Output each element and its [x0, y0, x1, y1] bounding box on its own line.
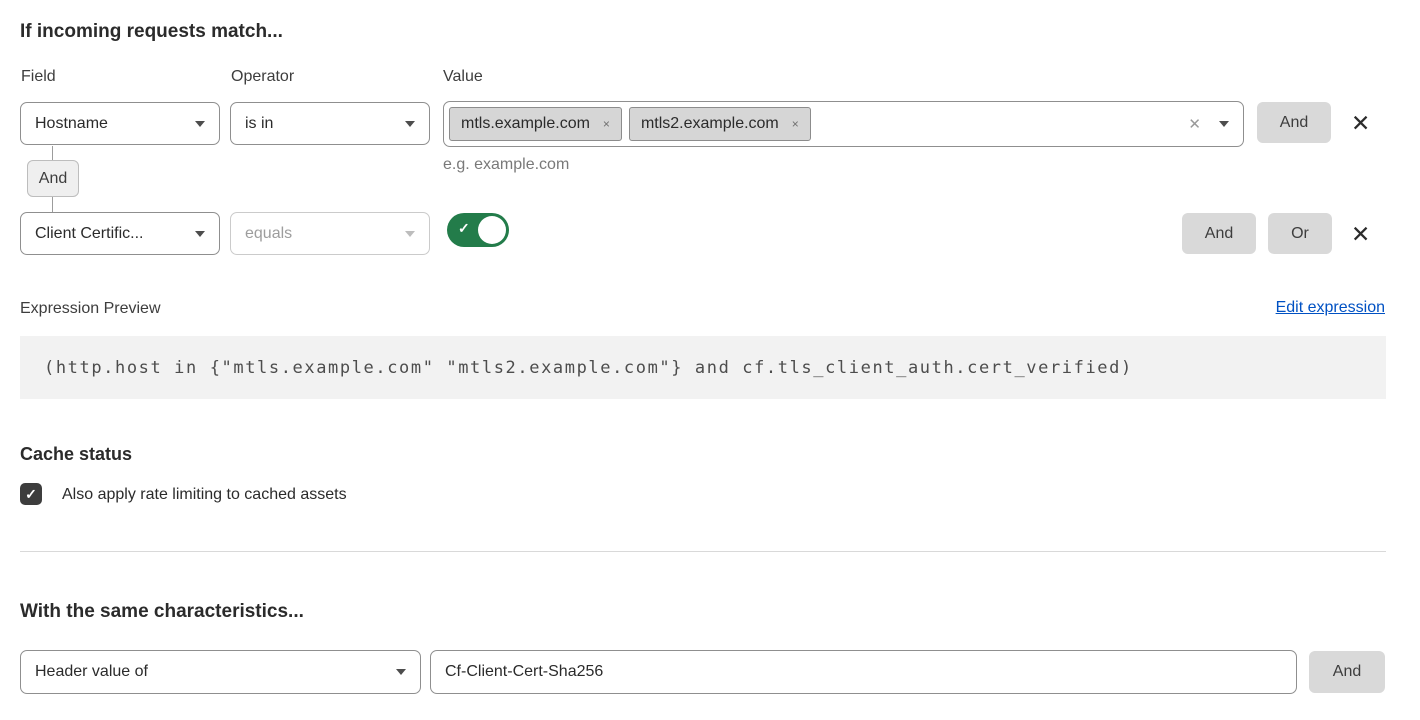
value-multiselect[interactable]: mtls.example.com × mtls2.example.com × ✕ — [443, 101, 1244, 147]
expression-preview-block: (http.host in {"mtls.example.com" "mtls2… — [20, 336, 1386, 399]
cached-assets-checkbox-checked[interactable]: ✓ — [20, 483, 42, 505]
clear-values-icon[interactable]: ✕ — [1188, 117, 1201, 132]
section-divider — [20, 551, 1386, 552]
toggle-knob — [478, 216, 506, 244]
value-label: Value — [443, 68, 483, 86]
expression-preview-label: Expression Preview — [20, 300, 161, 318]
expression-code: (http.host in {"mtls.example.com" "mtls2… — [44, 358, 1133, 378]
chip-remove-icon[interactable]: × — [603, 118, 610, 130]
operator-select-row1-value: is in — [245, 115, 273, 133]
chip-label: mtls.example.com — [461, 115, 590, 133]
match-section-title: If incoming requests match... — [20, 21, 283, 43]
connector-line-top — [52, 146, 53, 160]
cert-verified-toggle-on[interactable]: ✓ — [447, 213, 509, 247]
chevron-down-icon — [405, 121, 415, 127]
edit-expression-link[interactable]: Edit expression — [1276, 299, 1385, 317]
and-connector[interactable]: And — [27, 160, 79, 197]
operator-select-row1[interactable]: is in — [230, 102, 430, 145]
chevron-down-icon — [195, 231, 205, 237]
characteristic-select[interactable]: Header value of — [20, 650, 421, 694]
and-button-row2[interactable]: And — [1182, 213, 1256, 254]
field-select-row1-value: Hostname — [35, 115, 108, 133]
value-chip-list: mtls.example.com × mtls2.example.com × — [449, 107, 811, 141]
chip-remove-icon[interactable]: × — [792, 118, 799, 130]
value-helper-text: e.g. example.com — [443, 156, 569, 174]
value-multiselect-controls: ✕ — [1188, 117, 1229, 132]
cached-assets-checkbox-label: Also apply rate limiting to cached asset… — [62, 486, 347, 504]
field-label: Field — [21, 68, 56, 86]
operator-label: Operator — [231, 68, 294, 86]
and-button-row1[interactable]: And — [1257, 102, 1331, 143]
or-button-row2[interactable]: Or — [1268, 213, 1332, 254]
field-select-row2-value: Client Certific... — [35, 225, 143, 243]
characteristic-select-value: Header value of — [35, 663, 148, 681]
cache-status-heading: Cache status — [20, 444, 132, 465]
chevron-down-icon — [396, 669, 406, 675]
check-icon: ✓ — [25, 487, 37, 501]
chip-label: mtls2.example.com — [641, 115, 779, 133]
and-button-characteristics[interactable]: And — [1309, 651, 1385, 693]
value-chip[interactable]: mtls2.example.com × — [629, 107, 811, 141]
chevron-down-icon — [195, 121, 205, 127]
remove-row2-icon[interactable]: ✕ — [1351, 223, 1370, 246]
characteristics-heading: With the same characteristics... — [20, 601, 304, 623]
field-select-row2[interactable]: Client Certific... — [20, 212, 220, 255]
operator-select-row2-disabled: equals — [230, 212, 430, 255]
connector-line-bottom — [52, 197, 53, 212]
remove-row1-icon[interactable]: ✕ — [1351, 112, 1370, 135]
check-icon: ✓ — [458, 221, 470, 235]
chevron-down-icon — [1219, 121, 1229, 127]
operator-select-row2-value: equals — [245, 225, 292, 243]
rate-limit-rule-builder: If incoming requests match... Field Oper… — [0, 0, 1420, 720]
value-chip[interactable]: mtls.example.com × — [449, 107, 622, 141]
field-select-row1[interactable]: Hostname — [20, 102, 220, 145]
header-name-input[interactable] — [430, 650, 1297, 694]
chevron-down-icon — [405, 231, 415, 237]
